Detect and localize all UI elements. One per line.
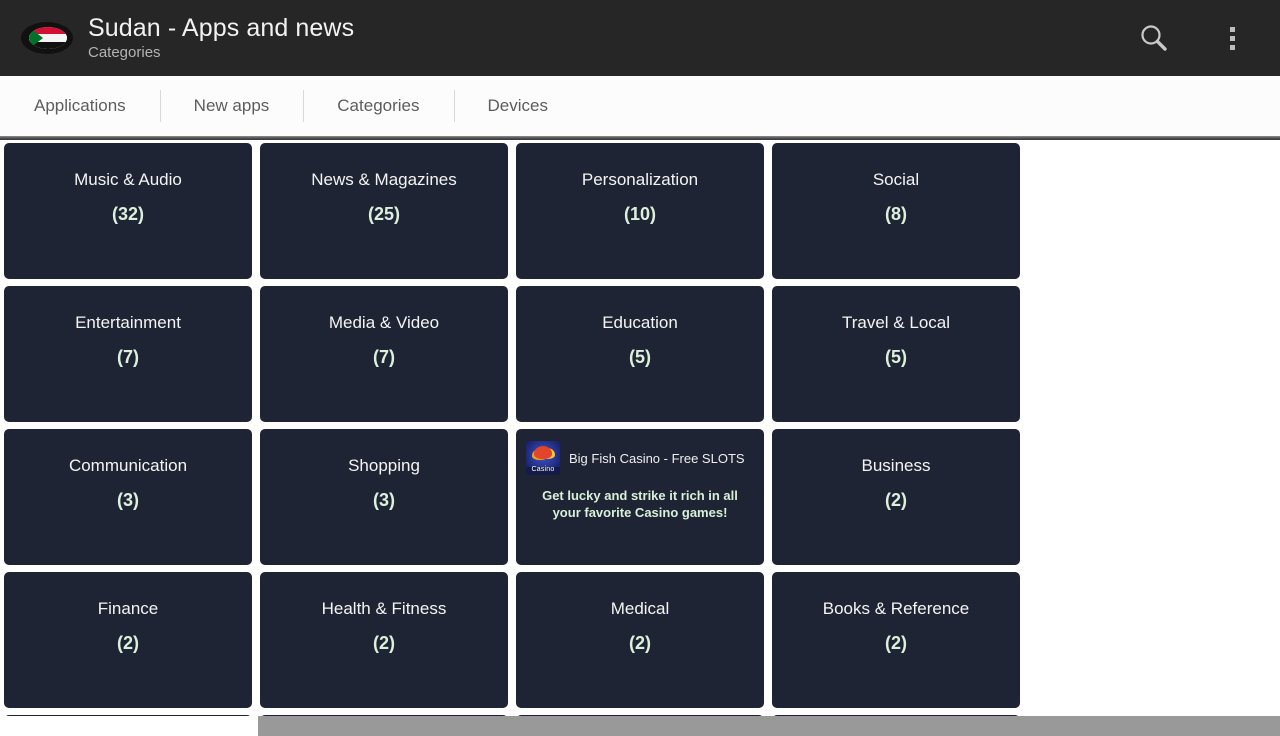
action-bar: Sudan - Apps and news Categories bbox=[0, 0, 1280, 76]
category-name: Music & Audio bbox=[74, 170, 182, 189]
big-fish-casino-app-icon: Casino bbox=[526, 441, 560, 475]
category-count: (3) bbox=[373, 490, 395, 510]
horizontal-scrollbar[interactable] bbox=[0, 716, 1280, 736]
search-icon bbox=[1141, 25, 1167, 51]
tab-new-apps[interactable]: New apps bbox=[159, 76, 304, 136]
category-tile-personalization[interactable]: Personalization (10) bbox=[516, 143, 764, 279]
category-name: Travel & Local bbox=[841, 313, 951, 332]
category-tile-health-fitness[interactable]: Health & Fitness (2) bbox=[260, 572, 508, 708]
category-count: (7) bbox=[373, 347, 395, 367]
category-tile-shopping[interactable]: Shopping (3) bbox=[260, 429, 508, 565]
category-tile-entertainment[interactable]: Entertainment (7) bbox=[4, 286, 252, 422]
category-name: Personalization bbox=[581, 170, 699, 189]
category-count: (5) bbox=[885, 347, 907, 367]
ad-description: Get lucky and strike it rich in all your… bbox=[542, 488, 738, 520]
category-name: Business bbox=[861, 456, 931, 475]
category-name: Medical bbox=[610, 599, 670, 618]
title-block: Sudan - Apps and news Categories bbox=[88, 13, 1130, 63]
category-name: Communication bbox=[68, 456, 188, 475]
category-count: (10) bbox=[623, 204, 656, 224]
category-tile-travel-local[interactable]: Travel & Local (5) bbox=[772, 286, 1020, 422]
advertisement-tile[interactable]: Casino Big Fish Casino - Free SLOTS Get … bbox=[516, 429, 764, 565]
category-tile-books-reference[interactable]: Books & Reference (2) bbox=[772, 572, 1020, 708]
category-name: Media & Video bbox=[328, 313, 440, 332]
tab-categories[interactable]: Categories bbox=[303, 76, 453, 136]
horizontal-scrollbar-thumb[interactable] bbox=[258, 716, 1280, 736]
category-count: (2) bbox=[117, 633, 139, 653]
category-count: (8) bbox=[885, 204, 907, 224]
category-count: (32) bbox=[111, 204, 144, 224]
category-tile-education[interactable]: Education (5) bbox=[516, 286, 764, 422]
overflow-menu-icon bbox=[1229, 26, 1235, 50]
category-name: Books & Reference bbox=[822, 599, 970, 618]
category-name: Education bbox=[602, 313, 678, 332]
category-tile-music-audio[interactable]: Music & Audio (32) bbox=[4, 143, 252, 279]
page-title: Sudan - Apps and news bbox=[88, 14, 355, 42]
app-root: Sudan - Apps and news Categories Applica… bbox=[0, 0, 1280, 736]
category-name: Social bbox=[872, 170, 920, 189]
category-name: Health & Fitness bbox=[321, 599, 447, 618]
category-name: Entertainment bbox=[75, 313, 181, 332]
category-count: (2) bbox=[885, 633, 907, 653]
category-tile-social[interactable]: Social (8) bbox=[772, 143, 1020, 279]
category-count: (3) bbox=[117, 490, 139, 510]
category-tile-communication[interactable]: Communication (3) bbox=[4, 429, 252, 565]
category-tile-news-magazines[interactable]: News & Magazines (25) bbox=[260, 143, 508, 279]
ad-header: Casino Big Fish Casino - Free SLOTS bbox=[516, 441, 764, 475]
category-grid: Music & Audio (32) News & Magazines (25)… bbox=[0, 140, 1280, 736]
category-tile-medical[interactable]: Medical (2) bbox=[516, 572, 764, 708]
category-tile-business[interactable]: Business (2) bbox=[772, 429, 1020, 565]
action-bar-actions bbox=[1130, 14, 1266, 62]
ad-icon-label: Casino bbox=[531, 466, 555, 473]
sudan-flag-icon bbox=[18, 18, 76, 58]
category-count: (2) bbox=[373, 633, 395, 653]
page-subtitle: Categories bbox=[88, 44, 161, 61]
tab-applications[interactable]: Applications bbox=[0, 76, 160, 136]
ad-app-name: Big Fish Casino - Free SLOTS bbox=[569, 450, 745, 466]
tab-devices[interactable]: Devices bbox=[453, 76, 582, 136]
tab-bar: Applications New apps Categories Devices bbox=[0, 76, 1280, 136]
category-name: News & Magazines bbox=[311, 170, 457, 189]
category-tile-media-video[interactable]: Media & Video (7) bbox=[260, 286, 508, 422]
category-count: (5) bbox=[629, 347, 651, 367]
category-name: Finance bbox=[97, 599, 159, 618]
search-button[interactable] bbox=[1130, 14, 1178, 62]
category-count: (7) bbox=[117, 347, 139, 367]
category-count: (25) bbox=[367, 204, 400, 224]
category-count: (2) bbox=[629, 633, 651, 653]
category-tile-finance[interactable]: Finance (2) bbox=[4, 572, 252, 708]
category-name: Shopping bbox=[348, 456, 420, 475]
category-count: (2) bbox=[885, 490, 907, 510]
overflow-menu-button[interactable] bbox=[1208, 14, 1256, 62]
